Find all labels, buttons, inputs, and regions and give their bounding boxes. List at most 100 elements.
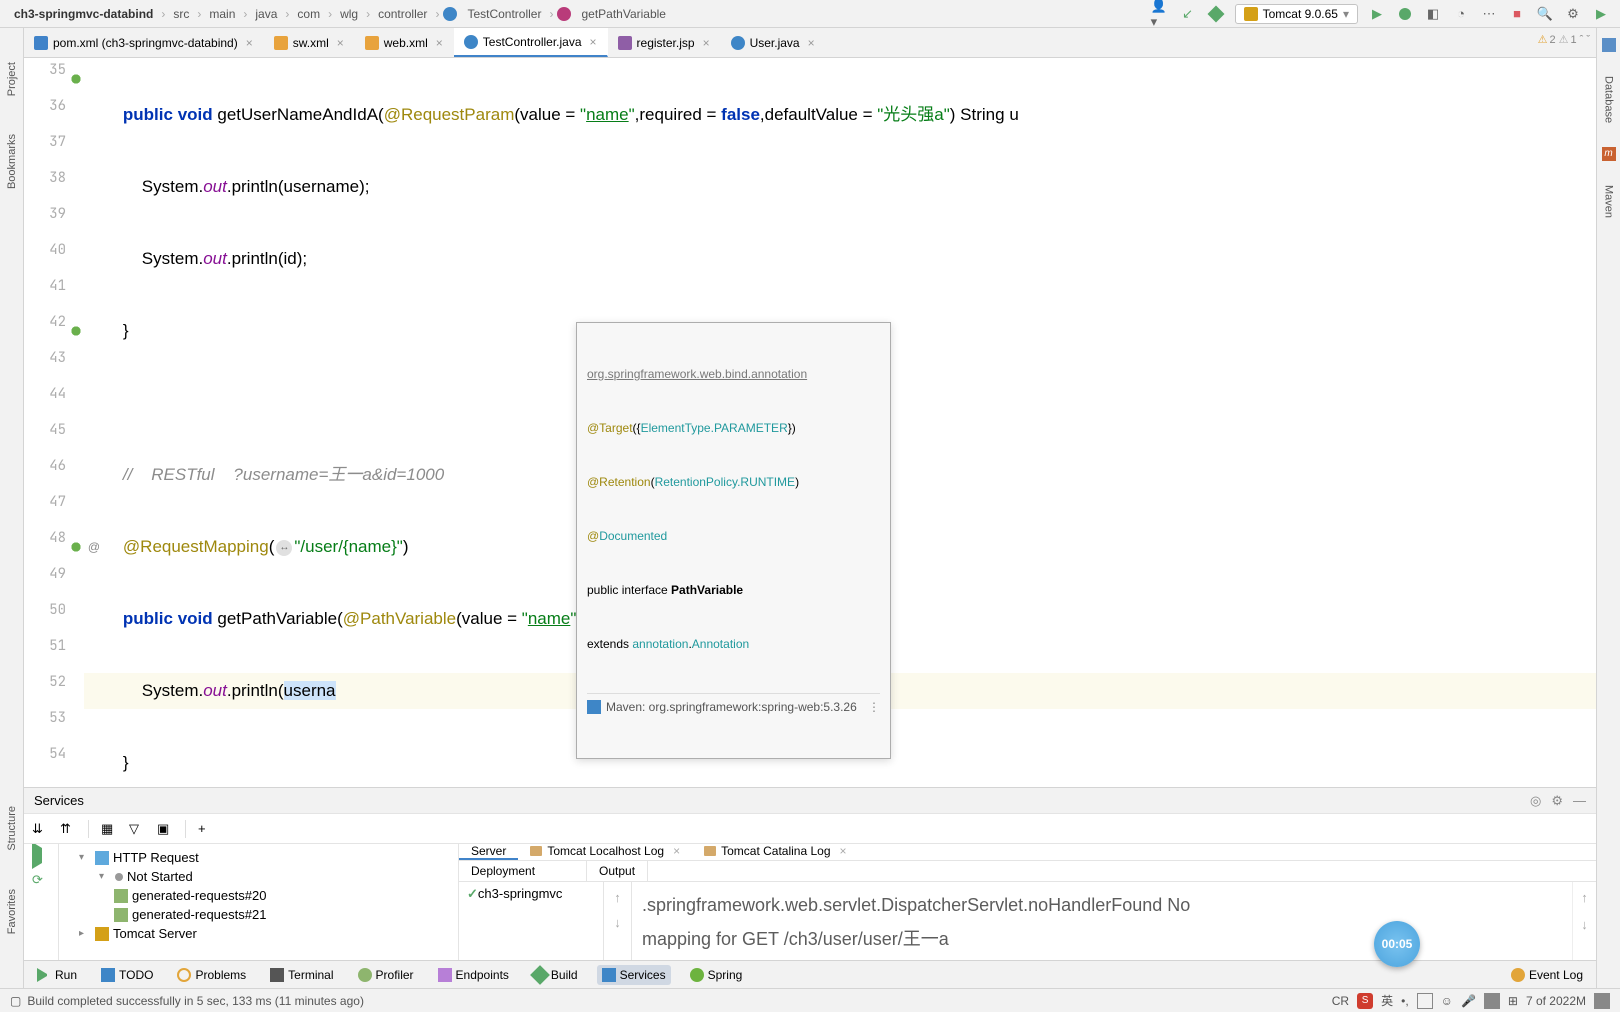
- breadcrumb-controller[interactable]: controller: [374, 5, 431, 23]
- tb-spring[interactable]: Spring: [685, 965, 748, 985]
- stop-icon[interactable]: ■: [1508, 5, 1526, 23]
- tb-event-log[interactable]: Event Log: [1506, 965, 1588, 985]
- more-icon[interactable]: ⋮: [868, 698, 880, 716]
- doc-maven-source[interactable]: Maven: org.springframework:spring-web:5.…: [587, 693, 880, 716]
- run-gutter-icon[interactable]: [68, 323, 84, 339]
- close-icon[interactable]: ×: [590, 35, 597, 49]
- chevron-up-icon[interactable]: ˆ: [1580, 34, 1584, 46]
- close-icon[interactable]: ×: [808, 36, 815, 50]
- tree-http-request[interactable]: ▾HTTP Request: [59, 848, 458, 867]
- tool-structure[interactable]: Structure: [4, 802, 20, 855]
- ime-pad-icon[interactable]: [1484, 993, 1500, 1009]
- redeploy-icon[interactable]: ⟳: [32, 872, 50, 890]
- tb-terminal[interactable]: Terminal: [265, 965, 338, 985]
- editor[interactable]: 35 36 37 38 39 40 41 42 43 44 45 46 47 4…: [24, 58, 1596, 787]
- tool-project[interactable]: Project: [4, 58, 20, 100]
- tb-endpoints[interactable]: Endpoints: [433, 965, 514, 985]
- tool-favorites[interactable]: Favorites: [4, 885, 20, 938]
- tab-server[interactable]: Server: [459, 844, 518, 860]
- breadcrumb-project[interactable]: ch3-springmvc-databind: [10, 5, 157, 23]
- tool-bookmarks[interactable]: Bookmarks: [4, 130, 20, 193]
- tab-testcontroller[interactable]: TestController.java×: [454, 28, 608, 57]
- console-output[interactable]: .springframework.web.servlet.DispatcherS…: [632, 882, 1572, 960]
- ime-punct-icon[interactable]: •,: [1401, 994, 1409, 1008]
- group-icon[interactable]: ▦: [101, 821, 117, 837]
- search-icon[interactable]: 🔍: [1536, 5, 1554, 23]
- chevron-down-icon[interactable]: ˇ: [1586, 34, 1590, 46]
- ime-keyboard-icon[interactable]: [1417, 993, 1433, 1009]
- tree-not-started[interactable]: ▾Not Started: [59, 867, 458, 886]
- tab-pom[interactable]: pom.xml (ch3-springmvc-databind)×: [24, 28, 264, 57]
- minimize-icon[interactable]: —: [1573, 793, 1586, 809]
- timer-badge[interactable]: 00:05: [1374, 921, 1420, 967]
- navigate-icon[interactable]: ↔: [276, 540, 292, 556]
- services-tree[interactable]: ▾HTTP Request ▾Not Started generated-req…: [59, 844, 459, 960]
- vcs-update-icon[interactable]: ↙: [1179, 5, 1197, 23]
- coverage-icon[interactable]: ◧: [1424, 5, 1442, 23]
- tool-database[interactable]: Database: [1601, 72, 1617, 127]
- add-icon[interactable]: +: [198, 821, 214, 837]
- ime-settings-icon[interactable]: ⊞: [1508, 994, 1518, 1008]
- tree-gen21[interactable]: generated-requests#21: [59, 905, 458, 924]
- breadcrumb-wlg[interactable]: wlg: [336, 5, 362, 23]
- breadcrumb-java[interactable]: java: [251, 5, 281, 23]
- ime-sogou-icon[interactable]: S: [1357, 993, 1373, 1009]
- tree-tomcat-server[interactable]: ▸Tomcat Server: [59, 924, 458, 943]
- status-encoding[interactable]: CR: [1332, 994, 1349, 1008]
- breadcrumb-src[interactable]: src: [169, 5, 193, 23]
- close-icon[interactable]: ×: [436, 36, 443, 50]
- ime-mic-icon[interactable]: 🎤: [1461, 994, 1476, 1008]
- rerun-icon[interactable]: [32, 848, 50, 866]
- deployment-list[interactable]: ✓ch3-springmvc: [459, 882, 604, 960]
- breadcrumb[interactable]: ch3-springmvc-databind › src› main› java…: [10, 5, 1151, 23]
- scroll-down-icon[interactable]: ↓: [1581, 917, 1588, 932]
- debug-service-icon[interactable]: [32, 920, 50, 938]
- inspection-widget[interactable]: ⚠2 ⚠1 ˆ ˇ: [1538, 33, 1590, 46]
- tool-maven[interactable]: Maven: [1601, 181, 1617, 222]
- tb-build[interactable]: Build: [528, 965, 583, 985]
- tab-localhost-log[interactable]: Tomcat Localhost Log×: [518, 844, 692, 860]
- tb-services[interactable]: Services: [597, 965, 671, 985]
- tab-sw-xml[interactable]: sw.xml×: [264, 28, 355, 57]
- up-icon[interactable]: ↑: [614, 890, 621, 905]
- target-icon[interactable]: ◎: [1530, 793, 1541, 809]
- ime-emoji-icon[interactable]: ☺: [1441, 994, 1453, 1008]
- close-icon[interactable]: ×: [337, 36, 344, 50]
- run-config-selector[interactable]: Tomcat 9.0.65 ▾: [1235, 4, 1358, 24]
- doc-package[interactable]: org.springframework.web.bind.annotation: [587, 367, 807, 381]
- scroll-up-icon[interactable]: ↑: [1581, 890, 1588, 905]
- expand-all-icon[interactable]: ⇊: [32, 821, 48, 837]
- filter-icon[interactable]: ▽: [129, 821, 145, 837]
- gear-icon[interactable]: ⚙: [1551, 793, 1563, 809]
- debug-icon[interactable]: [1396, 5, 1414, 23]
- breadcrumb-method[interactable]: getPathVariable: [577, 5, 670, 23]
- lock-icon[interactable]: [1594, 993, 1610, 1009]
- ime-lang[interactable]: 英: [1381, 992, 1393, 1009]
- tb-profiler[interactable]: Profiler: [353, 965, 419, 985]
- run-anything-icon[interactable]: ▶: [1592, 5, 1610, 23]
- user-icon[interactable]: 👤▾: [1151, 5, 1169, 23]
- close-icon[interactable]: ×: [703, 36, 710, 50]
- stop-service-icon[interactable]: [32, 896, 50, 914]
- code-body[interactable]: public void getUserNameAndIdA(@RequestPa…: [84, 58, 1596, 787]
- run-gutter-icon[interactable]: [68, 539, 84, 555]
- settings-sync-icon[interactable]: ⚙: [1564, 5, 1582, 23]
- build-hammer-icon[interactable]: [1207, 5, 1225, 23]
- breadcrumb-main[interactable]: main: [205, 5, 239, 23]
- collapse-all-icon[interactable]: ⇈: [60, 821, 76, 837]
- tab-web-xml[interactable]: web.xml×: [355, 28, 454, 57]
- status-memory[interactable]: 7 of 2022M: [1526, 994, 1586, 1008]
- tab-catalina-log[interactable]: Tomcat Catalina Log×: [692, 844, 858, 860]
- tb-todo[interactable]: TODO: [96, 965, 158, 985]
- view-icon[interactable]: ▣: [157, 821, 173, 837]
- profile-icon[interactable]: ◔: [1452, 5, 1470, 23]
- breadcrumb-com[interactable]: com: [293, 5, 324, 23]
- tree-gen20[interactable]: generated-requests#20: [59, 886, 458, 905]
- tab-user-java[interactable]: User.java×: [721, 28, 826, 57]
- tb-run[interactable]: Run: [32, 965, 82, 985]
- run-gutter-icon[interactable]: [68, 71, 84, 87]
- tab-register-jsp[interactable]: register.jsp×: [608, 28, 721, 57]
- run-icon[interactable]: ▶: [1368, 5, 1386, 23]
- down-icon[interactable]: ↓: [614, 915, 621, 930]
- attach-icon[interactable]: ⋯: [1480, 5, 1498, 23]
